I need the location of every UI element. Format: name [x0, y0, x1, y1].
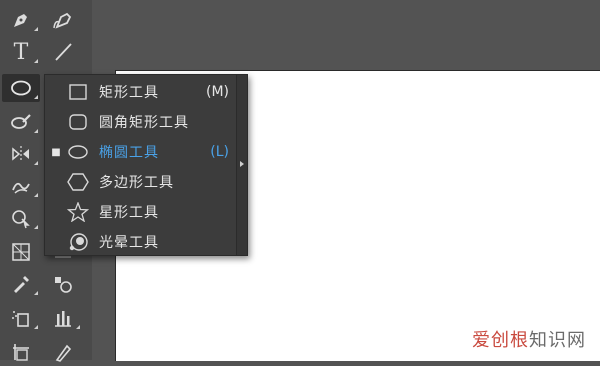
menu-item-polygon-tool[interactable]: 多边形工具	[45, 167, 235, 197]
flare-icon	[67, 231, 89, 253]
menu-item-star-tool[interactable]: 星形工具	[45, 197, 235, 227]
symbol-sprayer-tool-icon[interactable]	[2, 304, 40, 332]
type-tool-icon[interactable]: T	[2, 38, 40, 66]
paintbrush-tool-icon[interactable]	[2, 108, 40, 136]
menu-item-rounded-rectangle-tool[interactable]: 圆角矩形工具	[45, 107, 235, 137]
menu-item-label: 椭圆工具	[99, 145, 159, 161]
pen-tool-icon[interactable]	[2, 6, 40, 34]
column-graph-tool-icon[interactable]	[44, 304, 82, 332]
watermark: 爱创根知识网	[472, 326, 586, 352]
watermark-brand: 爱创根	[472, 330, 529, 351]
blend-tool-icon[interactable]	[44, 270, 82, 298]
menu-item-label: 圆角矩形工具	[99, 115, 189, 131]
line-tool-icon[interactable]	[44, 38, 82, 66]
ellipse-tool-icon[interactable]	[2, 74, 40, 102]
curvature-tool-icon[interactable]	[44, 6, 82, 34]
tearoff-strip[interactable]	[236, 75, 247, 255]
slice-tool-icon[interactable]	[44, 338, 82, 366]
menu-item-ellipse-tool[interactable]: ■ 椭圆工具 (L)	[45, 137, 235, 167]
shape-tools-flyout-menu: 矩形工具 (M) 圆角矩形工具 ■ 椭圆工具 (L) 多边形工具 星形工具 光晕…	[44, 74, 248, 256]
ellipse-icon	[67, 141, 89, 163]
selected-marker: ■	[51, 146, 61, 158]
star-icon	[67, 201, 89, 223]
eyedropper-tool-icon[interactable]	[2, 270, 40, 298]
rounded-rectangle-icon	[67, 111, 89, 133]
menu-item-rectangle-tool[interactable]: 矩形工具 (M)	[45, 77, 235, 107]
menu-item-label: 多边形工具	[99, 175, 174, 191]
menu-item-flare-tool[interactable]: 光晕工具	[45, 227, 235, 257]
rectangle-icon	[67, 81, 89, 103]
menu-item-label: 矩形工具	[99, 85, 159, 101]
tearoff-arrow-icon	[240, 161, 244, 167]
artboard-tool-icon[interactable]	[2, 338, 40, 366]
polygon-icon	[67, 171, 89, 193]
watermark-suffix: 知识网	[529, 330, 586, 351]
reflect-tool-icon[interactable]	[2, 140, 40, 168]
perspective-grid-tool-icon[interactable]	[2, 238, 40, 266]
menu-item-shortcut: (L)	[210, 144, 229, 160]
shape-builder-tool-icon[interactable]	[2, 204, 40, 232]
menu-item-label: 星形工具	[99, 205, 159, 221]
menu-item-shortcut: (M)	[205, 84, 229, 100]
warp-tool-icon[interactable]	[2, 172, 40, 200]
menu-item-label: 光晕工具	[99, 235, 159, 251]
type-tool-glyph: T	[13, 39, 29, 65]
